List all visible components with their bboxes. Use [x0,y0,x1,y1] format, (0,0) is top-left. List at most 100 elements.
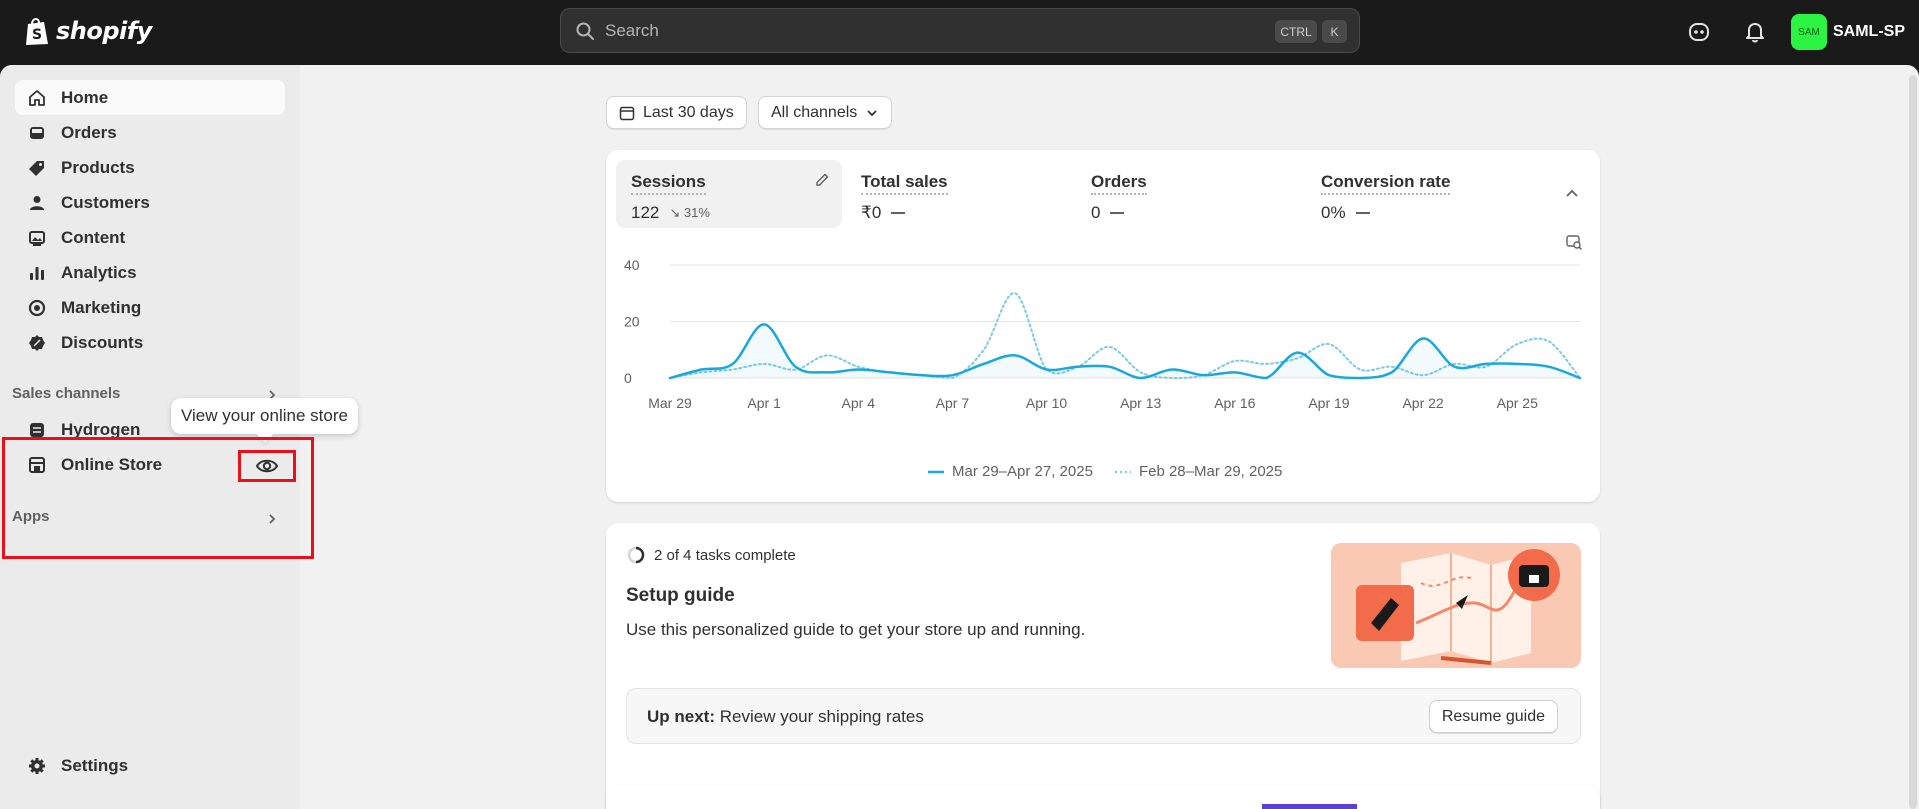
sidebar-item-discounts[interactable]: Discounts [15,325,285,360]
legend-dotted-swatch [1114,470,1131,473]
sidebar-item-label: Discounts [61,332,144,352]
gear-icon [27,756,47,776]
shopify-logo[interactable]: S shopify [24,14,152,48]
notification-bell-icon[interactable] [1741,18,1769,46]
sidekick-icon[interactable] [1685,18,1713,46]
svg-text:S: S [32,27,42,43]
tooltip-text: View your online store [181,406,348,425]
avatar: SAM [1791,14,1827,50]
x-tick-label: Apr 13 [1120,395,1161,411]
account-menu[interactable]: SAM SAML-SP [1791,14,1905,50]
metric-change: ↘ 31% [669,205,710,220]
setup-guide-title: Setup guide [626,585,735,606]
legend-label-current: Mar 29–Apr 27, 2025 [952,463,1093,480]
sidebar-item-label: Products [61,157,135,177]
sales-channels-heading[interactable]: Sales channels [12,385,120,402]
person-icon [27,193,47,213]
setup-guide-description: Use this personalized guide to get your … [626,620,1086,639]
image-icon [27,228,47,248]
channels-dropdown[interactable]: All channels [758,96,893,129]
sidebar-item-label: Marketing [61,297,142,317]
no-change-dash [1355,212,1370,214]
progress-ring-icon [627,546,645,564]
sessions-chart: 40 20 0 Mar 29 Apr 1 Apr 4 Apr 7 Apr 10 Apr 13 Ap… [624,257,1582,411]
shortcut-ctrl-key: CTRL [1275,20,1317,43]
sidebar-item-label: Analytics [61,262,137,282]
setup-guide-illustration [1331,543,1581,668]
highlight-box-eye [238,450,296,482]
y-tick-label: 0 [624,370,632,386]
shortcut-k-key: K [1322,20,1347,43]
sidebar-item-label: Home [61,87,109,107]
no-change-dash [1110,212,1125,214]
calendar-icon [619,106,635,120]
x-tick-label: Apr 4 [842,395,876,411]
x-tick-label: Apr 19 [1308,395,1349,411]
x-tick-label: Mar 29 [648,395,692,411]
sidebar-item-customers[interactable]: Customers [15,185,285,220]
channels-label: All channels [771,103,858,121]
y-tick-label: 20 [624,314,640,330]
metric-total-sales[interactable]: Total sales ₹0 [846,160,1072,228]
edit-pencil-icon[interactable] [814,172,830,188]
legend-solid-swatch [928,470,944,473]
metric-orders[interactable]: Orders 0 [1076,160,1302,228]
search-icon [576,22,594,40]
x-tick-label: Apr 25 [1497,395,1538,411]
chevron-down-icon [867,109,877,116]
scrollbar[interactable] [1909,75,1917,809]
x-tick-label: Apr 10 [1026,395,1067,411]
metric-value: 122 [631,203,660,222]
metric-conversion-rate[interactable]: Conversion rate 0% [1306,160,1532,228]
x-tick-label: Apr 16 [1214,395,1255,411]
date-range-button[interactable]: Last 30 days [606,96,747,129]
tooltip: View your online store [171,398,358,434]
sidebar-item-label: Content [61,227,126,247]
up-next-label: Up next: [647,707,715,726]
sidebar-item-label: Orders [61,122,117,142]
top-bar: S shopify Search CTRL K SAM SAML-SP [0,0,1919,65]
metric-value: 0% [1321,203,1346,222]
tag-icon [27,158,47,178]
metric-value: ₹0 [861,203,882,222]
sidebar-item-content[interactable]: Content [15,220,285,255]
sidebar-item-settings[interactable]: Settings [15,748,285,783]
x-tick-label: Apr 22 [1402,395,1443,411]
up-next-task: Review your shipping rates [719,707,924,726]
metric-sessions[interactable]: Sessions 122 ↘ 31% [616,160,842,228]
next-card [606,785,1600,809]
tasks-progress: 2 of 4 tasks complete [626,545,796,565]
series-area-current [670,324,1580,378]
sidebar-item-label: Customers [61,192,150,212]
app-shell: Home Orders Products Customers Content A… [0,65,1919,809]
home-icon [27,88,47,108]
bar-chart-icon [27,263,47,283]
inbox-icon [27,123,47,143]
date-range-label: Last 30 days [643,103,734,121]
sidebar-item-home[interactable]: Home [15,80,285,115]
sidebar-item-orders[interactable]: Orders [15,115,285,150]
up-next-panel: Up next: Review your shipping rates Resu… [626,688,1581,744]
sidebar-item-products[interactable]: Products [15,150,285,185]
chevron-up-icon[interactable] [1564,186,1580,202]
metric-label: Sessions [631,172,706,195]
metric-label: Conversion rate [1321,172,1451,195]
sidebar-item-analytics[interactable]: Analytics [15,255,285,290]
resume-guide-button[interactable]: Resume guide [1428,700,1558,733]
store-name: SAML-SP [1833,23,1905,40]
shopify-bag-icon: S [26,18,48,45]
sidebar-item-marketing[interactable]: Marketing [15,290,285,325]
x-tick-label: Apr 7 [936,395,970,411]
discount-icon [27,333,47,353]
sidebar-item-label: Settings [61,755,129,775]
search-input[interactable]: Search CTRL K [560,8,1360,53]
y-tick-label: 40 [624,257,640,273]
brand-name: shopify [56,17,152,45]
metric-label: Orders [1091,172,1147,195]
x-tick-label: Apr 1 [747,395,781,411]
next-card-accent [1262,804,1357,809]
target-icon [27,298,47,318]
legend-label-previous: Feb 28–Mar 29, 2025 [1138,463,1283,480]
search-placeholder: Search [605,20,659,40]
metric-label: Total sales [861,172,948,195]
